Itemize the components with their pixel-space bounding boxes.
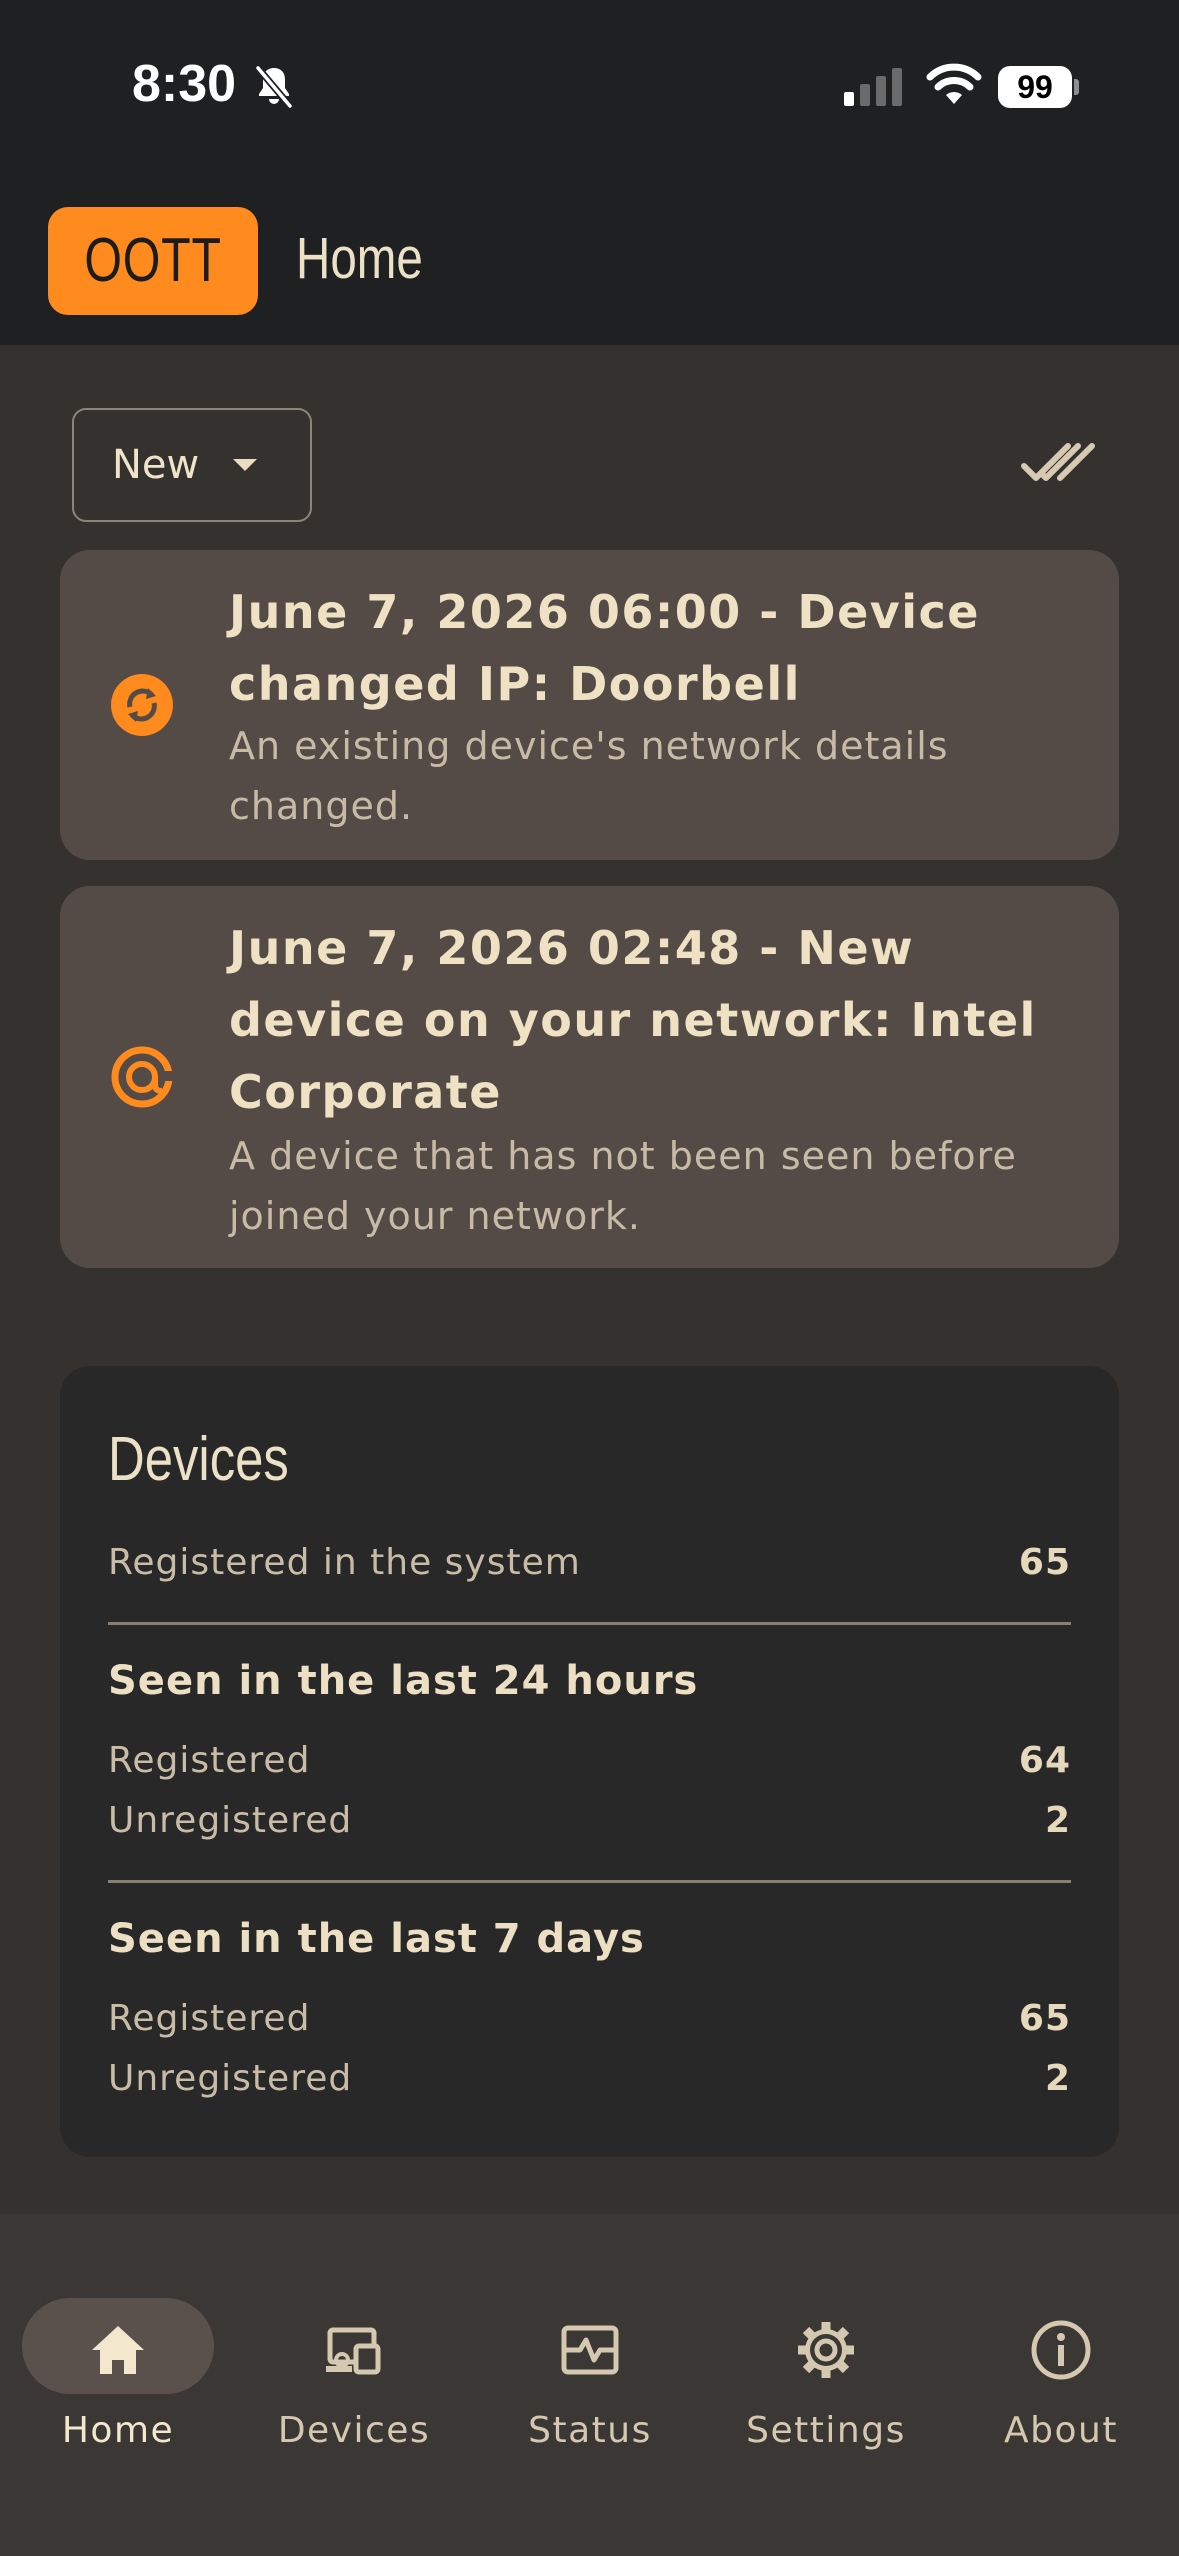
status-time: 8:30 bbox=[132, 55, 237, 113]
nav-item-devices[interactable]: Devices bbox=[236, 2256, 472, 2451]
notification-title: June 7, 2026 02:48 - New device on your … bbox=[229, 921, 1037, 1119]
notification-body: A device that has not been seen before j… bbox=[229, 1134, 1017, 1238]
status-icon bbox=[561, 2325, 619, 2375]
last-24h-registered-label: Registered bbox=[108, 1740, 311, 1781]
last-7d-registered-value: 65 bbox=[1018, 1998, 1071, 2039]
nav-label-home: Home bbox=[61, 2410, 175, 2451]
filter-dropdown[interactable]: New bbox=[72, 408, 312, 522]
nav-item-about[interactable]: About bbox=[943, 2256, 1179, 2451]
page-title-text: Home bbox=[296, 226, 423, 291]
page-title: Home bbox=[296, 225, 451, 292]
last-7d-unregistered-value: 2 bbox=[1044, 2058, 1071, 2099]
last-24h-unregistered-value: 2 bbox=[1044, 1800, 1071, 1841]
battery-icon: 99 bbox=[998, 66, 1079, 108]
double-check-icon[interactable] bbox=[1016, 436, 1096, 492]
nav-item-home[interactable]: Home bbox=[0, 2256, 236, 2451]
divider bbox=[108, 1880, 1071, 1883]
divider bbox=[108, 1622, 1071, 1625]
battery-tip bbox=[1074, 79, 1079, 95]
last-7d-unregistered-row: Unregistered 2 bbox=[108, 2058, 1071, 2108]
nav-item-status[interactable]: Status bbox=[472, 2256, 708, 2451]
registered-in-system-value: 65 bbox=[1018, 1542, 1071, 1583]
nav-item-settings[interactable]: Settings bbox=[708, 2256, 944, 2451]
new-device-icon bbox=[111, 1046, 174, 1108]
gear-icon bbox=[798, 2322, 854, 2378]
devices-panel-title-text: Devices bbox=[108, 1425, 289, 1494]
last-24h-unregistered-row: Unregistered 2 bbox=[108, 1800, 1071, 1850]
notification-card[interactable]: June 7, 2026 06:00 - Device changed IP: … bbox=[60, 550, 1119, 860]
bottom-nav: Home Devices Status Settings About bbox=[0, 2214, 1179, 2556]
filter-selected-value: New bbox=[112, 442, 200, 488]
wifi-icon bbox=[926, 63, 982, 104]
last-24h-registered-row: Registered 64 bbox=[108, 1740, 1071, 1790]
caret-down-icon bbox=[233, 459, 257, 471]
nav-label-status: Status bbox=[528, 2410, 652, 2451]
registered-in-system-row: Registered in the system 65 bbox=[108, 1542, 1071, 1592]
last-7d-heading: Seen in the last 7 days bbox=[108, 1916, 645, 1962]
devices-summary-panel: Devices Registered in the system 65 Seen… bbox=[60, 1366, 1119, 2157]
top-bar: 8:30 99 OOTT Home bbox=[0, 0, 1179, 345]
bell-slash-icon bbox=[255, 65, 293, 109]
battery-level: 99 bbox=[998, 66, 1072, 108]
nav-label-devices: Devices bbox=[277, 2410, 431, 2451]
registered-in-system-label: Registered in the system bbox=[108, 1542, 581, 1583]
cellular-signal-icon bbox=[844, 68, 902, 106]
notification-card[interactable]: June 7, 2026 02:48 - New device on your … bbox=[60, 886, 1119, 1268]
nav-label-about: About bbox=[1004, 2410, 1118, 2451]
info-icon bbox=[1031, 2320, 1091, 2380]
devices-icon bbox=[326, 2327, 381, 2375]
notification-body: An existing device's network details cha… bbox=[229, 724, 949, 828]
ip-change-icon bbox=[111, 674, 173, 736]
nav-label-settings: Settings bbox=[746, 2410, 906, 2451]
app-logo[interactable]: OOTT bbox=[48, 207, 258, 315]
last-24h-heading: Seen in the last 24 hours bbox=[108, 1658, 699, 1704]
last-7d-registered-row: Registered 65 bbox=[108, 1998, 1071, 2048]
last-24h-registered-value: 64 bbox=[1018, 1740, 1071, 1781]
app-logo-text: OOTT bbox=[84, 226, 222, 295]
last-7d-unregistered-label: Unregistered bbox=[108, 2058, 353, 2099]
last-24h-unregistered-label: Unregistered bbox=[108, 1800, 353, 1841]
last-7d-registered-label: Registered bbox=[108, 1998, 311, 2039]
devices-panel-title: Devices bbox=[108, 1424, 329, 1495]
home-icon bbox=[92, 2326, 144, 2374]
notification-title: June 7, 2026 06:00 - Device changed IP: … bbox=[229, 585, 981, 711]
